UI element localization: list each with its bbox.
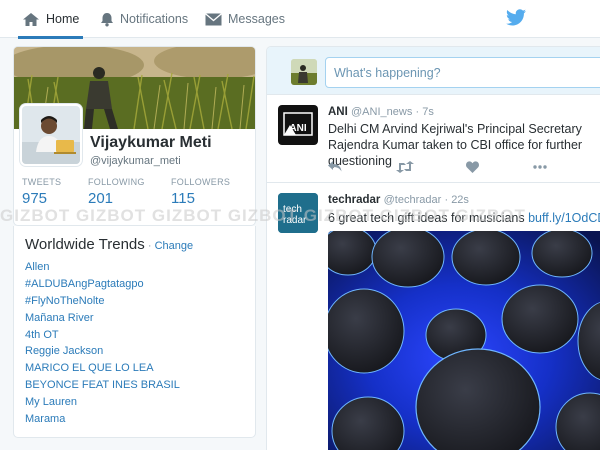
envelope-icon bbox=[205, 12, 222, 26]
stat-followers[interactable]: FOLLOWERS 115 bbox=[171, 177, 230, 207]
trend-item[interactable]: 4th OT bbox=[25, 327, 180, 344]
tweet-author-name[interactable]: techradar bbox=[328, 194, 380, 206]
techradar-logo-text-line2: radar bbox=[283, 215, 307, 226]
compose-avatar bbox=[291, 59, 317, 85]
profile-avatar[interactable] bbox=[20, 104, 82, 166]
nav-home-label: Home bbox=[46, 12, 80, 26]
tweet-header: techradar @techradar · 22s bbox=[328, 194, 469, 206]
tweet-avatar[interactable]: ANI bbox=[278, 105, 318, 145]
tweet-item[interactable]: tech radar techradar @techradar · 22s 6 … bbox=[267, 183, 600, 450]
timeline-stream: ANI ANI @ANI_news · 7s Delhi CM Arvind K… bbox=[266, 46, 600, 450]
trends-list: Allen #ALDUBAngPagtatagpo #FlyNoTheNolte… bbox=[25, 259, 180, 428]
trend-item[interactable]: My Lauren bbox=[25, 394, 180, 411]
techradar-logo-text-line1: tech bbox=[283, 204, 302, 215]
tweet-text-row: 6 great tech gift ideas for musicians bu… bbox=[328, 210, 600, 226]
ani-logo-text: ANI bbox=[289, 123, 306, 134]
stat-following[interactable]: FOLLOWING 201 bbox=[88, 177, 145, 207]
tweet-compose-box bbox=[267, 47, 600, 95]
stat-followers-label: FOLLOWERS bbox=[171, 177, 231, 187]
trends-card: Worldwide Trends · Change Allen #ALDUBAn… bbox=[13, 226, 256, 438]
trend-item[interactable]: BEYONCE FEAT INES BRASIL bbox=[25, 377, 180, 394]
tweet-avatar[interactable]: tech radar bbox=[278, 193, 318, 233]
stat-tweets[interactable]: TWEETS 975 bbox=[22, 177, 61, 207]
trends-change-link[interactable]: Change bbox=[155, 240, 194, 252]
nav-home[interactable]: Home bbox=[17, 0, 84, 39]
profile-card: Vijaykumar Meti @vijaykumar_meti TWEETS … bbox=[13, 46, 256, 226]
trends-heading: Worldwide Trends · Change bbox=[25, 236, 193, 253]
trends-separator: · bbox=[144, 240, 155, 252]
nav-notifications-label: Notifications bbox=[120, 12, 189, 26]
retweet-icon[interactable] bbox=[396, 161, 414, 173]
tweet-item[interactable]: ANI ANI @ANI_news · 7s Delhi CM Arvind K… bbox=[267, 95, 600, 183]
tweet-link[interactable]: buff.ly/1OdCD1 bbox=[528, 211, 600, 225]
stat-following-value: 201 bbox=[88, 190, 114, 207]
compose-input[interactable] bbox=[325, 57, 600, 88]
tweet-author-handle[interactable]: @ANI_news bbox=[351, 106, 412, 118]
bell-icon bbox=[100, 12, 114, 27]
nav-messages[interactable]: Messages bbox=[205, 0, 285, 38]
tweet-text: 6 great tech gift ideas for musicians bbox=[328, 211, 529, 225]
trends-title: Worldwide Trends bbox=[25, 236, 145, 253]
nav-messages-label: Messages bbox=[228, 12, 285, 26]
trend-item[interactable]: Marama bbox=[25, 411, 180, 428]
profile-display-name[interactable]: Vijaykumar Meti bbox=[90, 134, 212, 152]
stat-following-label: FOLLOWING bbox=[88, 177, 145, 187]
tweet-actions bbox=[328, 161, 588, 177]
nav-notifications[interactable]: Notifications bbox=[100, 0, 188, 38]
tweet-timestamp[interactable]: · 22s bbox=[444, 194, 468, 206]
profile-screen-name[interactable]: @vijaykumar_meti bbox=[90, 155, 181, 167]
tweet-media-image[interactable] bbox=[328, 231, 600, 450]
tweet-author-handle[interactable]: @techradar bbox=[384, 194, 442, 206]
twitter-bird-icon[interactable] bbox=[506, 9, 526, 31]
trend-item[interactable]: Allen bbox=[25, 259, 180, 276]
top-navigation-bar: Home Notifications Messages bbox=[0, 0, 600, 39]
stat-tweets-label: TWEETS bbox=[22, 177, 62, 187]
trend-item[interactable]: Reggie Jackson bbox=[25, 343, 180, 360]
tweet-author-name[interactable]: ANI bbox=[328, 106, 348, 118]
stat-followers-value: 115 bbox=[171, 190, 195, 207]
trend-item[interactable]: #FlyNoTheNolte bbox=[25, 293, 180, 310]
home-icon bbox=[22, 12, 40, 27]
trend-item[interactable]: MARICO EL QUE LO LEA bbox=[25, 360, 180, 377]
tweet-header: ANI @ANI_news · 7s bbox=[328, 106, 434, 118]
reply-icon[interactable] bbox=[328, 161, 342, 172]
like-icon[interactable] bbox=[466, 161, 479, 173]
stat-tweets-value: 975 bbox=[22, 190, 48, 207]
more-icon[interactable] bbox=[533, 165, 547, 169]
tweet-timestamp[interactable]: · 7s bbox=[416, 106, 434, 118]
trend-item[interactable]: #ALDUBAngPagtatagpo bbox=[25, 276, 180, 293]
trend-item[interactable]: Mañana River bbox=[25, 310, 180, 327]
